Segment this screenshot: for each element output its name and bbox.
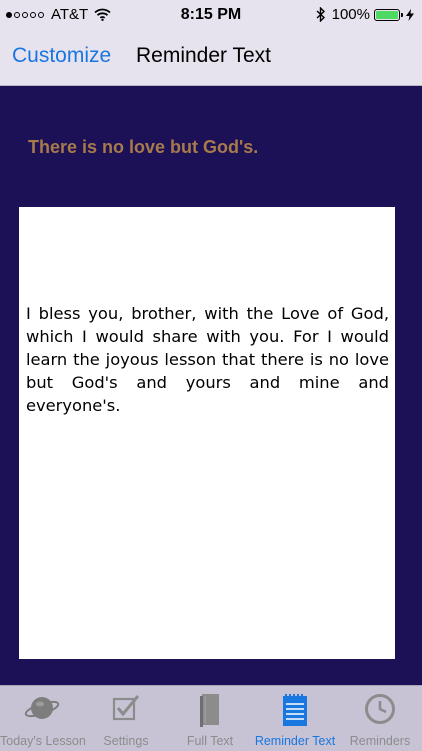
- checkbox-icon: [111, 693, 141, 728]
- charging-bolt-icon: [406, 8, 414, 21]
- reminder-headline: There is no love but God's.: [28, 137, 259, 157]
- battery-percent: 100%: [331, 6, 370, 23]
- tab-label: Full Text: [186, 734, 234, 748]
- navigation-bar: Customize Reminder Text: [0, 30, 422, 86]
- planet-icon: [24, 693, 60, 728]
- battery-icon: [374, 8, 403, 21]
- status-bar: AT&T 8:15 PM 100%: [0, 0, 422, 30]
- tab-bar: Today's Lesson Settings Full Text Remind…: [0, 685, 422, 751]
- tab-label: Today's Lesson: [0, 734, 86, 748]
- tab-label: Reminder Text: [254, 734, 336, 748]
- page-title: Reminder Text: [136, 44, 272, 67]
- tab-reminder-text[interactable]: Reminder Text: [252, 686, 338, 751]
- customize-back-button[interactable]: Customize: [12, 44, 111, 68]
- tab-todays-lesson[interactable]: Today's Lesson: [0, 686, 86, 751]
- tab-label: Reminders: [349, 734, 411, 748]
- status-right: 100%: [316, 6, 414, 23]
- bluetooth-icon: [316, 7, 325, 22]
- reminder-text-card: I bless you, brother, with the Love of G…: [19, 207, 395, 659]
- book-icon: [199, 693, 221, 732]
- reminder-body-text: I bless you, brother, with the Love of G…: [26, 304, 389, 415]
- notepad-icon: [281, 693, 309, 732]
- clock-icon: [364, 693, 396, 730]
- tab-full-text[interactable]: Full Text: [168, 686, 252, 751]
- battery-level-fill: [376, 10, 398, 19]
- tab-label: Settings: [103, 734, 149, 748]
- tab-reminders[interactable]: Reminders: [338, 686, 422, 751]
- tab-settings[interactable]: Settings: [84, 686, 168, 751]
